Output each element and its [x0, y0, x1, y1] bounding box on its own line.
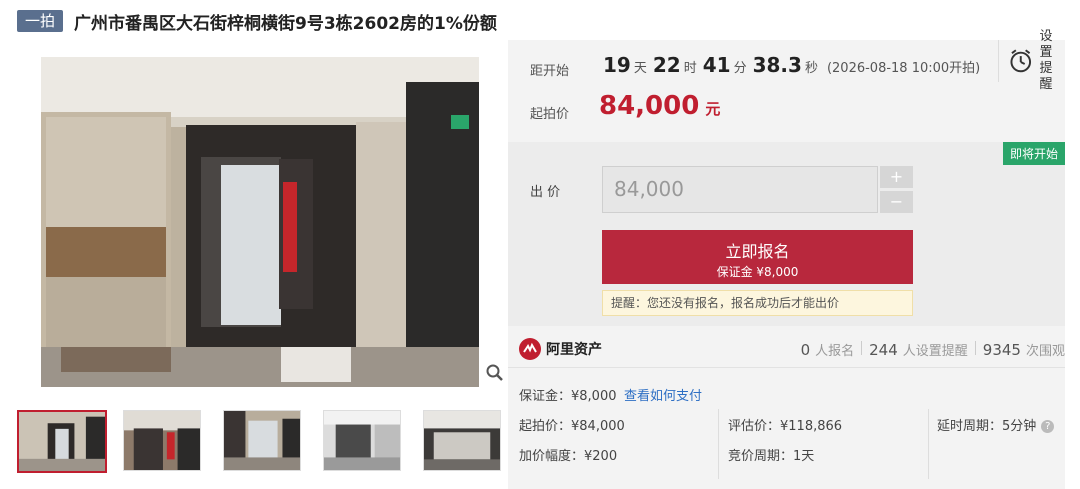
auction-details: 保证金：¥8,000 查看如何支付 起拍价：¥84,000 评估价：¥118,8…: [508, 369, 1065, 489]
ali-assets-logo-icon: [519, 338, 541, 360]
delay-period-info: 延时周期：5分钟?: [937, 415, 1055, 434]
stat-divider: [861, 341, 863, 355]
appraisal-price-info: 评估价：¥118,866: [728, 419, 843, 434]
countdown-seconds-unit: 秒: [804, 61, 818, 76]
signup-count: 0: [800, 341, 811, 359]
signup-button[interactable]: 立即报名 保证金 ¥8,000: [602, 230, 913, 284]
platform-logo: 阿里资产: [519, 338, 602, 360]
signup-reminder-tip: 提醒：您还没有报名，报名成功后才能出价: [602, 290, 913, 316]
reminder-label-line2: 提醒: [1039, 61, 1053, 92]
countdown-label: 距开始: [530, 64, 570, 79]
signup-deposit-note: 保证金 ¥8,000: [716, 265, 799, 279]
start-time-note: (2026-08-18 10:00开拍): [826, 61, 981, 76]
countdown-hours-unit: 时: [683, 61, 697, 76]
countdown-minutes: 41: [702, 53, 731, 77]
thumbnail-strip: [17, 410, 523, 473]
reminder-count-label: 人设置提醒: [902, 344, 968, 359]
start-price-info: 起拍价：¥84,000: [519, 419, 625, 434]
main-property-photo[interactable]: [41, 57, 479, 387]
thumbnail-4[interactable]: [323, 410, 401, 471]
stat-divider: [974, 341, 976, 355]
reminder-label-line1: 设置: [1039, 29, 1053, 60]
platform-name: 阿里资产: [546, 342, 602, 358]
reminder-label: 设置 提醒: [1040, 29, 1065, 93]
property-photo-image: [41, 57, 479, 387]
detail-divider: [718, 409, 719, 479]
bid-amount-input[interactable]: 84,000: [602, 166, 878, 213]
auction-info: 距开始 19 天 22 时 41 分 38.3 秒 (2026-08-18 10…: [508, 29, 1065, 141]
increment-info: 加价幅度：¥200: [519, 449, 618, 464]
status-badge: 即将开始: [1002, 142, 1065, 165]
auction-stats: 0 人报名 244 人设置提醒 9345 次围观: [801, 340, 1065, 359]
bid-area: 即将开始 出 价 84,000 + − 立即报名 保证金 ¥8,000 提醒：您…: [508, 142, 1065, 326]
countdown-minutes-unit: 分: [733, 61, 747, 76]
decrease-bid-button[interactable]: −: [880, 191, 913, 213]
title-row: 一拍 广州市番禺区大石街梓桐横街9号3栋2602房的1%份额: [17, 9, 497, 34]
countdown-days-unit: 天: [633, 61, 647, 76]
bid-stepper: + −: [880, 166, 913, 213]
detail-divider: [928, 409, 929, 479]
signup-button-label: 立即报名: [725, 242, 790, 261]
view-count-label: 次围观: [1025, 344, 1065, 359]
auction-round-badge: 一拍: [17, 10, 64, 32]
platform-bar: 阿里资产 0 人报名 244 人设置提醒 9345 次围观: [508, 326, 1065, 368]
zoom-magnifier-icon[interactable]: [485, 363, 505, 383]
countdown-hours: 22: [652, 53, 681, 77]
deposit-info: 保证金：¥8,000: [519, 389, 617, 404]
thumbnail-1[interactable]: [17, 410, 107, 473]
help-question-icon[interactable]: ?: [1041, 420, 1055, 433]
start-price-label: 起拍价: [530, 107, 570, 122]
countdown-seconds: 38.3: [752, 53, 802, 77]
auction-panel: 距开始 19 天 22 时 41 分 38.3 秒 (2026-08-18 10…: [508, 29, 1065, 489]
signup-count-label: 人报名: [815, 344, 855, 359]
reminder-count: 244: [869, 341, 898, 359]
page-title: 广州市番禺区大石街梓桐横街9号3栋2602房的1%份额: [74, 13, 497, 34]
start-price: 84,000 元: [599, 91, 720, 121]
delay-period-text: 延时周期：5分钟: [937, 419, 1037, 434]
view-count: 9345: [982, 341, 1021, 359]
start-price-value: 84,000: [599, 91, 700, 121]
countdown-timer: 19 天 22 时 41 分 38.3 秒 (2026-08-18 10:00开…: [603, 53, 980, 77]
countdown-days: 19: [603, 53, 631, 77]
bidding-period-info: 竞价周期：1天: [728, 449, 815, 464]
bid-label: 出 价: [530, 185, 561, 200]
set-reminder-button[interactable]: 设置 提醒: [998, 29, 1065, 92]
start-price-unit: 元: [705, 100, 721, 118]
increase-bid-button[interactable]: +: [880, 166, 913, 188]
thumbnail-2[interactable]: [123, 410, 201, 471]
thumbnail-3[interactable]: [223, 410, 301, 471]
how-to-pay-link[interactable]: 查看如何支付: [624, 385, 702, 404]
thumbnail-5[interactable]: [423, 410, 501, 471]
alarm-clock-icon: [1010, 49, 1032, 73]
